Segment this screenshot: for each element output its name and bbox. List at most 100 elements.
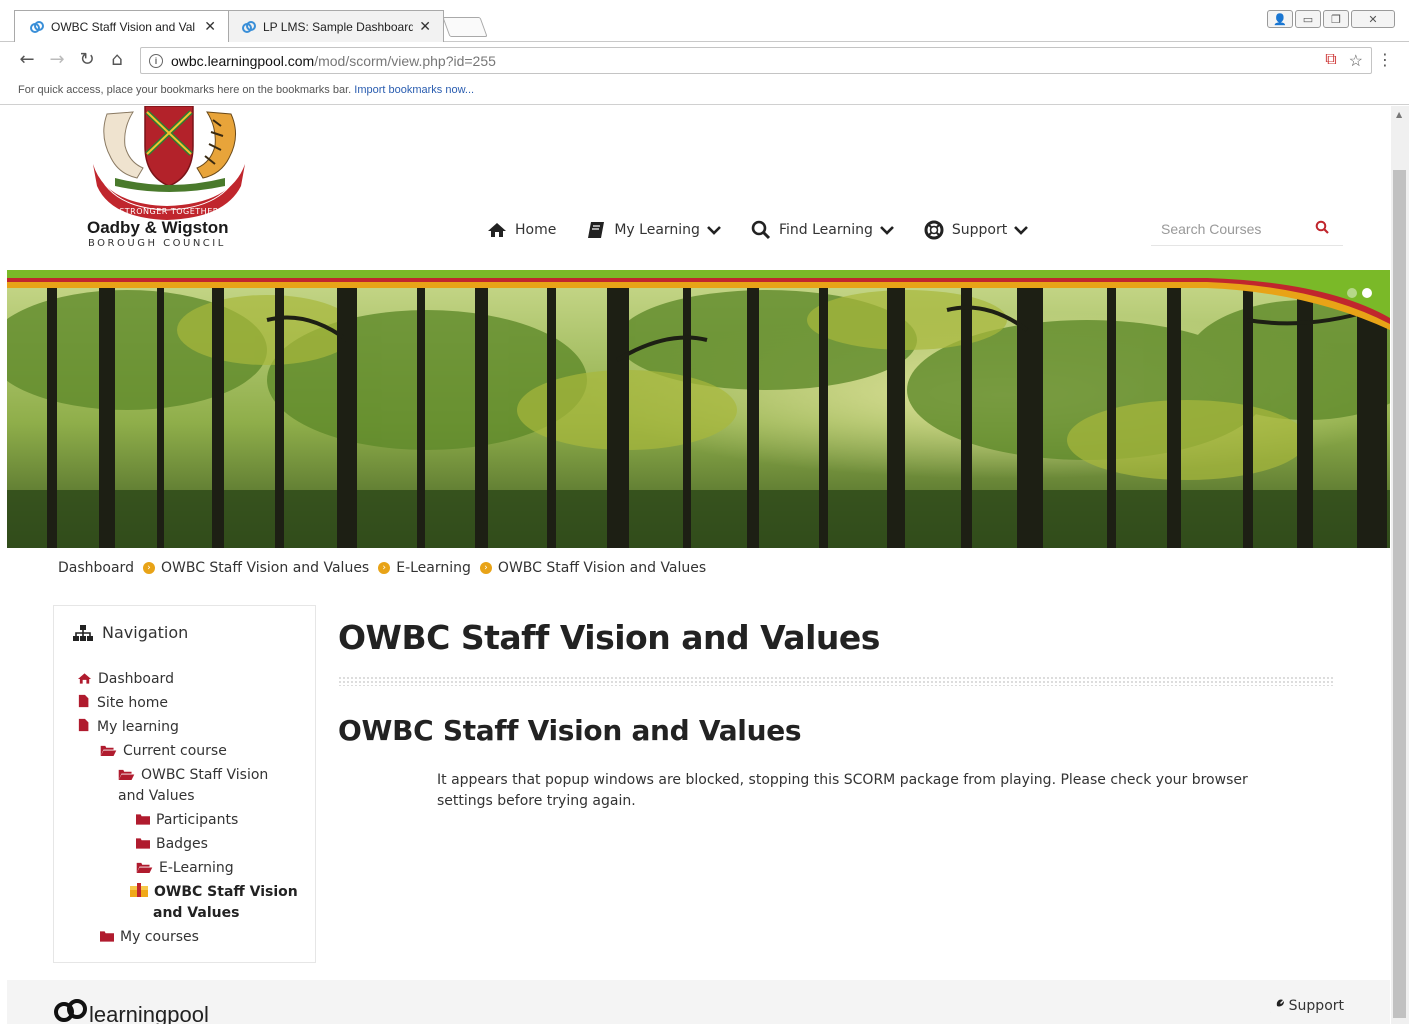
breadcrumb-dashboard[interactable]: Dashboard (58, 560, 134, 576)
folder-icon (136, 838, 150, 849)
minimize-icon[interactable]: ▭ (1295, 10, 1321, 28)
dotted-divider (338, 676, 1334, 686)
back-arrow-icon[interactable]: ← (16, 50, 38, 70)
file-icon (78, 694, 89, 708)
close-tab-icon[interactable]: ✕ (204, 18, 216, 35)
wrench-icon (1269, 999, 1284, 1013)
url-input[interactable]: i owbc.learningpool.com/mod/scorm/view.p… (140, 47, 1372, 74)
carousel-dot[interactable] (1347, 288, 1357, 298)
profile-icon[interactable]: 👤 (1267, 10, 1293, 28)
folder-open-icon (136, 862, 153, 873)
forest-banner-image (7, 270, 1390, 548)
nav-tree-dashboard[interactable]: Dashboard (78, 669, 174, 690)
chevron-down-icon (879, 226, 894, 235)
breadcrumb-activity[interactable]: OWBC Staff Vision and Values (498, 560, 706, 576)
browser-tabstrip: OWBC Staff Vision and Val ✕ LP LMS: Samp… (0, 0, 1409, 42)
message-line-2: settings before trying again. (437, 793, 636, 809)
chevron-down-icon (707, 226, 721, 235)
navigation-block: Navigation Dashboard Site home My learni… (53, 605, 316, 963)
nav-support-label: Support (951, 222, 1008, 238)
nav-tree-my-learning[interactable]: My learning (78, 717, 179, 738)
folder-icon (100, 931, 114, 942)
folder-open-icon (118, 769, 135, 780)
close-window-icon[interactable]: ✕ (1351, 10, 1395, 28)
nav-tree-my-courses[interactable]: My courses (100, 927, 199, 948)
carousel-dot-active[interactable] (1362, 288, 1372, 298)
nav-my-learning-label: My Learning (614, 222, 700, 238)
chevron-right-icon: › (479, 562, 492, 574)
brand-subtitle: BOROUGH COUNCIL (88, 238, 226, 249)
brand-name: Oadby & Wigston (87, 218, 229, 237)
close-tab-icon[interactable]: ✕ (419, 18, 431, 35)
scrollbar-thumb[interactable] (1393, 170, 1406, 1018)
nav-tree-participants[interactable]: Participants (136, 810, 238, 831)
nav-tree-badges[interactable]: Badges (136, 834, 208, 855)
message-line-1: It appears that popup windows are blocke… (437, 772, 1248, 788)
nav-find-learning[interactable]: Find Learning (751, 220, 894, 240)
search-icon[interactable] (1315, 220, 1329, 234)
search-courses (1151, 212, 1343, 246)
scorm-package-icon (130, 883, 148, 897)
tab-title: LP LMS: Sample Dashboard (263, 19, 414, 34)
learningpool-logo[interactable]: learningpool (53, 994, 209, 1024)
window-controls: 👤 ▭ ❐ ✕ (1267, 10, 1395, 28)
search-courses-input[interactable] (1151, 220, 1301, 237)
nav-tree-elearning[interactable]: E-Learning (136, 858, 234, 879)
search-icon (751, 220, 770, 240)
nav-home-label: Home (515, 222, 557, 238)
info-icon[interactable]: i (149, 53, 163, 68)
browser-tab-active[interactable]: OWBC Staff Vision and Val ✕ (14, 10, 229, 42)
home-icon (488, 223, 506, 237)
file-icon (78, 718, 89, 732)
nav-support[interactable]: Support (924, 220, 1029, 240)
address-bar: ← → ↻ ⌂ i owbc.learningpool.com/mod/scor… (0, 42, 1409, 78)
page-scrollbar[interactable]: ▲ (1391, 106, 1409, 1024)
nav-tree-site-home[interactable]: Site home (78, 693, 168, 714)
breadcrumb-course[interactable]: OWBC Staff Vision and Values (161, 560, 369, 576)
carousel-dots (1347, 288, 1372, 298)
page-footer: learningpool Support (7, 980, 1390, 1024)
import-bookmarks-link[interactable]: Import bookmarks now... (354, 84, 474, 96)
nav-find-learning-label: Find Learning (778, 222, 873, 238)
url-path: /mod/scorm/view.php?id=255 (314, 52, 496, 69)
browser-menu-icon[interactable]: ⋮ (1377, 50, 1393, 69)
reload-icon[interactable]: ↻ (76, 50, 98, 70)
breadcrumb-section[interactable]: E-Learning (396, 560, 471, 576)
logo-motto: STRONGER TOGETHER (119, 207, 219, 216)
nav-tree-course[interactable]: OWBC Staff Vision (118, 765, 268, 786)
url-host: owbc.learningpool.com (171, 52, 315, 69)
home-icon (78, 673, 92, 684)
chevron-right-icon: › (378, 562, 391, 574)
footer-support-label: Support (1288, 998, 1344, 1014)
popup-blocked-icon[interactable]: ⧉ (1325, 51, 1336, 71)
book-icon (588, 222, 605, 238)
star-icon[interactable]: ☆ (1349, 51, 1363, 71)
folder-icon (136, 814, 150, 825)
chevron-right-icon: › (142, 562, 155, 574)
nav-home[interactable]: Home (487, 222, 556, 238)
nav-tree-current-course[interactable]: Current course (100, 741, 227, 762)
nav-tree-activity-line2[interactable]: and Values (153, 903, 239, 924)
folder-open-icon (100, 745, 117, 756)
nav-my-learning[interactable]: My Learning (586, 221, 721, 239)
footer-brand: learningpool (89, 1002, 209, 1024)
nav-tree-activity-current[interactable]: OWBC Staff Vision (130, 882, 298, 903)
learningpool-favicon-icon (242, 20, 256, 33)
breadcrumb: Dashboard › OWBC Staff Vision and Values… (58, 560, 706, 576)
tab-title: OWBC Staff Vision and Val (51, 19, 196, 34)
home-icon[interactable]: ⌂ (106, 50, 128, 70)
scroll-up-icon[interactable]: ▲ (1396, 110, 1402, 119)
restore-icon[interactable]: ❐ (1323, 10, 1349, 28)
new-tab-button[interactable] (442, 17, 488, 37)
chevron-down-icon (1014, 226, 1029, 235)
browser-tab[interactable]: LP LMS: Sample Dashboard ✕ (226, 10, 444, 42)
learningpool-logo-icon (54, 999, 87, 1022)
nav-tree-course-line2[interactable]: and Values (118, 786, 195, 807)
page-title: OWBC Staff Vision and Values (338, 618, 880, 657)
learningpool-favicon-icon (30, 20, 44, 33)
popup-blocked-message: It appears that popup windows are blocke… (437, 770, 1277, 812)
bookmark-hint: For quick access, place your bookmarks h… (18, 84, 352, 96)
main-navigation: Home My Learning Find Learning Support (487, 220, 1058, 240)
forward-arrow-icon[interactable]: → (46, 50, 68, 70)
footer-support-link[interactable]: Support (1269, 998, 1344, 1014)
